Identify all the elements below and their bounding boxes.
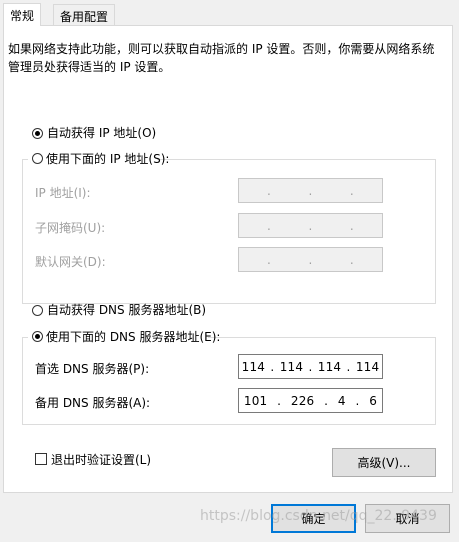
manual-dns-label[interactable]: 使用下面的 DNS 服务器地址(E): bbox=[46, 330, 220, 344]
default-gateway-input: ... bbox=[238, 247, 383, 272]
alternate-dns-input[interactable]: 101. 226. 4. 6 bbox=[238, 388, 383, 413]
manual-dns-radio[interactable] bbox=[32, 331, 43, 342]
alternate-dns-label: 备用 DNS 服务器(A): bbox=[35, 396, 151, 410]
auto-ip-radio[interactable] bbox=[32, 128, 43, 139]
subnet-mask-input: ... bbox=[238, 213, 383, 238]
general-panel: 如果网络支持此功能，则可以获取自动指派的 IP 设置。否则，你需要从网络系统管理… bbox=[3, 25, 453, 493]
manual-ip-radio[interactable] bbox=[32, 153, 43, 164]
ip-address-label: IP 地址(I): bbox=[35, 186, 91, 200]
preferred-dns-label: 首选 DNS 服务器(P): bbox=[35, 362, 150, 376]
tab-general[interactable]: 常规 bbox=[3, 3, 42, 26]
description-text: 如果网络支持此功能，则可以获取自动指派的 IP 设置。否则，你需要从网络系统管理… bbox=[8, 42, 435, 74]
preferred-dns-input[interactable]: 114. 114. 114. 114 bbox=[238, 354, 383, 379]
default-gateway-label: 默认网关(D): bbox=[35, 255, 106, 269]
validate-on-exit-checkbox[interactable] bbox=[35, 453, 47, 465]
cancel-button[interactable]: 取消 bbox=[365, 504, 450, 533]
manual-ip-label[interactable]: 使用下面的 IP 地址(S): bbox=[46, 152, 169, 166]
validate-on-exit-label[interactable]: 退出时验证设置(L) bbox=[51, 451, 151, 468]
manual-ip-legend: 使用下面的 IP 地址(S): bbox=[28, 150, 169, 166]
auto-dns-radio[interactable] bbox=[32, 305, 43, 316]
tab-alternate-config-label: 备用配置 bbox=[60, 10, 109, 24]
ok-button[interactable]: 确定 bbox=[271, 504, 356, 533]
ip-address-input: ... bbox=[238, 178, 383, 203]
auto-dns-label[interactable]: 自动获得 DNS 服务器地址(B) bbox=[47, 301, 206, 318]
manual-dns-legend: 使用下面的 DNS 服务器地址(E): bbox=[28, 328, 220, 344]
subnet-mask-label: 子网掩码(U): bbox=[35, 221, 106, 235]
auto-ip-label[interactable]: 自动获得 IP 地址(O) bbox=[47, 124, 156, 141]
advanced-button[interactable]: 高级(V)... bbox=[332, 448, 436, 477]
tab-alternate-config[interactable]: 备用配置 bbox=[53, 4, 116, 25]
tab-general-label: 常规 bbox=[10, 9, 35, 23]
